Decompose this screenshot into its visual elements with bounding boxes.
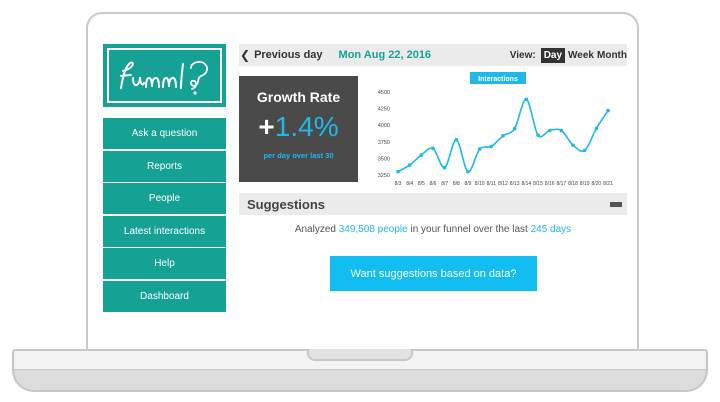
sidebar-item-label: People bbox=[148, 193, 181, 204]
data-point bbox=[512, 126, 517, 131]
analyzed-mid: in your funnel over the last bbox=[410, 224, 528, 235]
data-point bbox=[582, 148, 587, 153]
view-label: View: bbox=[509, 49, 536, 61]
data-point bbox=[419, 153, 424, 157]
y-tick-label: 4250 bbox=[378, 107, 390, 113]
view-selector: View: Day Week Month bbox=[507, 47, 627, 63]
sidebar-item-label: Reports bbox=[146, 160, 182, 172]
want-suggestions-button[interactable]: Want suggestions based on data? bbox=[330, 256, 537, 291]
data-point bbox=[442, 165, 447, 170]
data-point bbox=[489, 144, 494, 149]
sidebar-item-people[interactable]: People bbox=[103, 183, 226, 214]
interactions-line-chart: Interactions 3250 3500 3750 4000 4250 4500 8/3 8… bbox=[378, 72, 613, 187]
sidebar-item-label: Latest interactions bbox=[123, 225, 206, 237]
days-count: 245 days bbox=[530, 224, 572, 235]
view-week-button[interactable]: Week bbox=[568, 50, 594, 61]
x-tick-label: 8/18 bbox=[568, 181, 578, 187]
current-date: Mon Aug 22, 2016 bbox=[338, 49, 432, 61]
data-point bbox=[547, 128, 552, 133]
growth-rate-subtitle: per day over last 30 bbox=[263, 151, 334, 160]
growth-sign: + bbox=[258, 111, 275, 142]
y-tick-label: 4500 bbox=[378, 90, 390, 96]
analysis-summary: Analyzed 349,508 people in your funnel o… bbox=[239, 224, 627, 235]
y-tick-label: 3750 bbox=[378, 140, 390, 146]
chart-title: Interactions bbox=[478, 76, 518, 83]
data-point bbox=[396, 169, 400, 174]
x-tick-label: 8/4 bbox=[406, 181, 413, 187]
data-point bbox=[606, 108, 610, 113]
view-day-button[interactable]: Day bbox=[540, 47, 566, 63]
people-count: 349,508 people bbox=[338, 224, 408, 235]
x-tick-label: 8/14 bbox=[521, 181, 531, 187]
data-point bbox=[466, 169, 470, 174]
x-tick-label: 8/21 bbox=[603, 181, 613, 187]
analyzed-prefix: Analyzed bbox=[294, 224, 336, 235]
y-tick-label: 3250 bbox=[378, 173, 390, 179]
x-tick-label: 8/13 bbox=[510, 181, 520, 187]
sidebar-item-reports[interactable]: Reports bbox=[103, 150, 226, 182]
data-point bbox=[501, 134, 505, 138]
brand-logo[interactable] bbox=[103, 44, 226, 107]
x-tick-label: 8/10 bbox=[475, 181, 485, 187]
laptop-base-bottom bbox=[12, 370, 708, 392]
x-tick-label: 8/16 bbox=[545, 181, 555, 187]
x-tick-label: 8/17 bbox=[556, 181, 566, 187]
sidebar-item-label: Ask a question bbox=[131, 128, 198, 139]
x-tick-label: 8/7 bbox=[441, 181, 448, 187]
date-navigation-bar: ❮ Previous day Mon Aug 22, 2016 View: Da… bbox=[239, 44, 627, 66]
data-point bbox=[536, 133, 540, 137]
x-tick-label: 8/5 bbox=[418, 181, 425, 187]
previous-day-button[interactable]: ❮ Previous day bbox=[239, 48, 323, 62]
y-tick-label: 3500 bbox=[378, 156, 390, 162]
sidebar-item-dashboard[interactable]: Dashboard bbox=[103, 280, 226, 312]
x-tick-label: 8/20 bbox=[591, 181, 601, 187]
x-tick-label: 8/11 bbox=[487, 181, 497, 187]
data-point bbox=[454, 138, 459, 142]
data-point bbox=[407, 163, 412, 167]
x-tick-label: 8/3 bbox=[395, 181, 402, 187]
sidebar-item-label: Dashboard bbox=[140, 290, 189, 302]
growth-rate-value: +1.4% bbox=[239, 111, 358, 143]
x-tick-label: 8/12 bbox=[498, 181, 508, 187]
laptop-notch bbox=[307, 349, 413, 361]
data-point bbox=[559, 128, 564, 133]
suggestions-title: Suggestions bbox=[247, 196, 326, 212]
chevron-left-icon: ❮ bbox=[240, 48, 251, 62]
data-point bbox=[431, 146, 435, 151]
view-month-button[interactable]: Month bbox=[597, 50, 627, 61]
x-tick-label: 8/8 bbox=[453, 181, 460, 187]
collapse-icon[interactable] bbox=[610, 201, 622, 207]
suggestions-header: Suggestions bbox=[239, 193, 627, 215]
y-tick-label: 4000 bbox=[378, 123, 390, 129]
growth-rate-card: Growth Rate +1.4% per day over last 30 bbox=[239, 76, 358, 182]
x-tick-label: 8/9 bbox=[465, 181, 472, 187]
sidebar-item-label: Help bbox=[154, 258, 175, 269]
data-point bbox=[571, 143, 575, 147]
data-point bbox=[524, 97, 529, 102]
sidebar-item-help[interactable]: Help bbox=[103, 248, 226, 279]
data-point bbox=[594, 126, 599, 131]
growth-rate-title: Growth Rate bbox=[256, 89, 341, 105]
x-tick-label: 8/15 bbox=[533, 181, 543, 187]
data-point bbox=[477, 147, 482, 151]
sidebar-item-ask-question[interactable]: Ask a question bbox=[103, 118, 226, 149]
x-tick-label: 8/19 bbox=[580, 181, 590, 187]
x-tick-label: 8/6 bbox=[430, 181, 437, 187]
sidebar-nav: Ask a question Reports People Latest int… bbox=[103, 118, 226, 313]
laptop-base bbox=[12, 349, 708, 371]
sidebar-item-latest-interactions[interactable]: Latest interactions bbox=[103, 215, 226, 247]
growth-percent: 1.4% bbox=[274, 111, 339, 142]
previous-day-label: Previous day bbox=[254, 49, 323, 61]
funnl-logo-icon bbox=[119, 60, 208, 95]
